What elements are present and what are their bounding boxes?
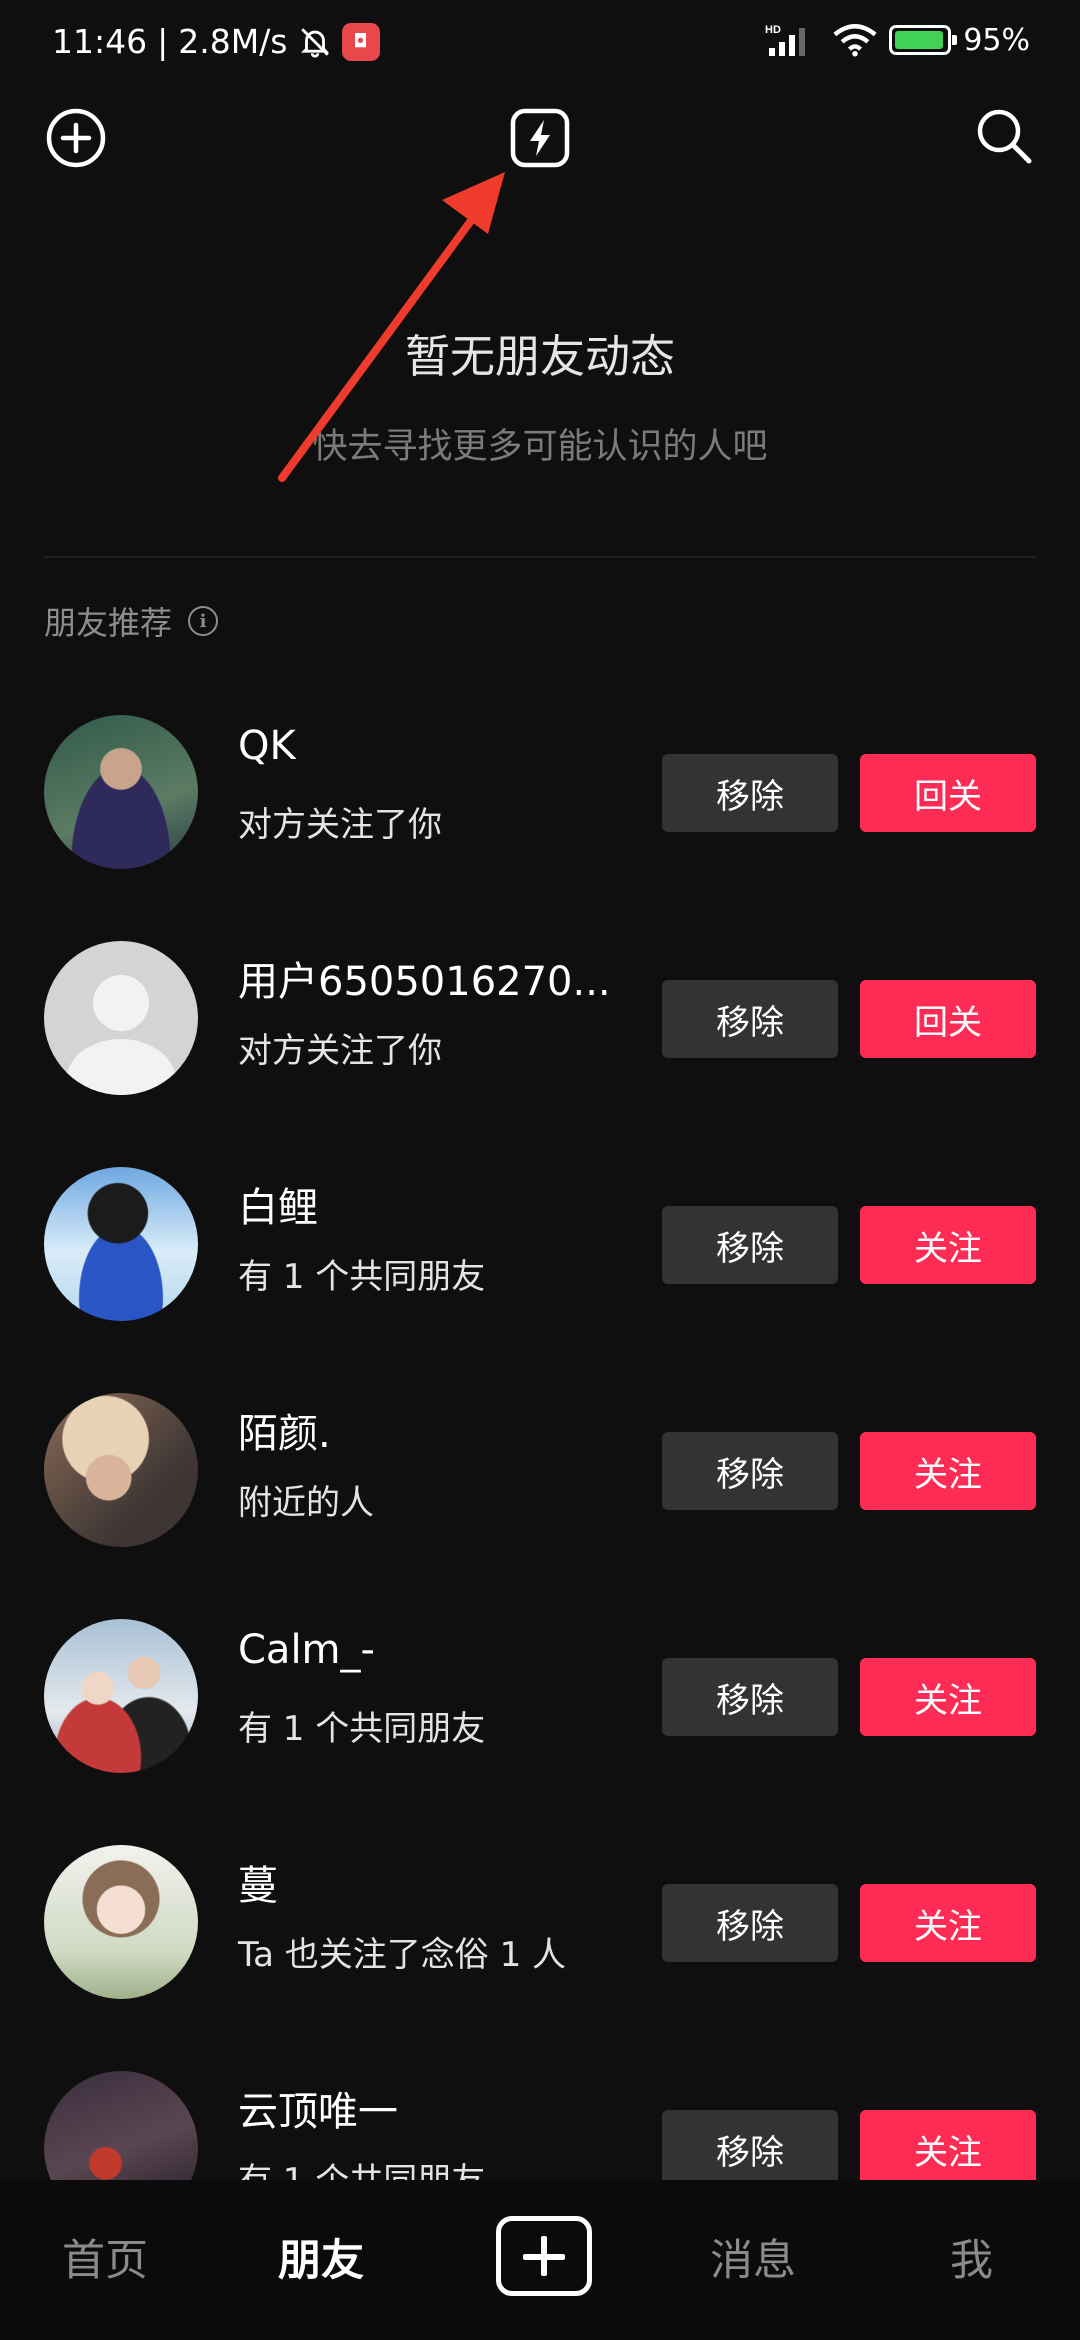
hd-label: HD bbox=[765, 24, 781, 36]
mute-bell-icon bbox=[300, 27, 329, 58]
avatar[interactable] bbox=[44, 941, 198, 1095]
remove-button[interactable]: 移除 bbox=[662, 980, 838, 1058]
nav-home[interactable]: 首页 bbox=[62, 2226, 148, 2288]
list-item[interactable]: 白鲤 有 1 个共同朋友 移除 关注 bbox=[0, 1131, 1080, 1357]
user-relation: 对方关注了你 bbox=[238, 1031, 442, 1071]
status-network-speed: 2.8M/s bbox=[178, 22, 288, 61]
avatar[interactable] bbox=[44, 1619, 198, 1773]
search-icon[interactable] bbox=[972, 104, 1036, 168]
remove-button[interactable]: 移除 bbox=[662, 2110, 838, 2188]
user-name: 白鲤 bbox=[238, 1185, 318, 1231]
battery-percent: 95% bbox=[963, 22, 1030, 58]
list-item[interactable]: 陌颜. 附近的人 移除 关注 bbox=[0, 1357, 1080, 1583]
status-separator: | bbox=[157, 22, 169, 61]
create-plus-icon[interactable] bbox=[496, 2216, 592, 2296]
follow-button[interactable]: 关注 bbox=[860, 1206, 1036, 1284]
user-relation: 对方关注了你 bbox=[238, 805, 442, 845]
flash-icon[interactable] bbox=[508, 106, 572, 170]
wifi-icon bbox=[833, 24, 877, 57]
list-item[interactable]: 蔓 Ta 也关注了念俗 1 人 移除 关注 bbox=[0, 1809, 1080, 2035]
list-item[interactable]: QK 对方关注了你 移除 回关 bbox=[0, 679, 1080, 905]
status-time: 11:46 bbox=[52, 22, 148, 61]
status-bar: 11:46 | 2.8M/s ◘ HD 95% bbox=[0, 0, 1080, 100]
remove-button[interactable]: 移除 bbox=[662, 1884, 838, 1962]
recommendations-header: 朋友推荐 i bbox=[44, 598, 219, 644]
remove-button[interactable]: 移除 bbox=[662, 1432, 838, 1510]
status-left: 11:46 | 2.8M/s ◘ bbox=[52, 22, 380, 61]
nav-messages[interactable]: 消息 bbox=[710, 2226, 796, 2288]
status-right: HD 95% bbox=[765, 22, 1030, 58]
avatar[interactable] bbox=[44, 1393, 198, 1547]
follow-button[interactable]: 关注 bbox=[860, 1884, 1036, 1962]
battery-charging-icon bbox=[889, 25, 958, 55]
avatar[interactable] bbox=[44, 715, 198, 869]
remove-button[interactable]: 移除 bbox=[662, 754, 838, 832]
section-divider bbox=[44, 556, 1036, 558]
user-name: 陌颜. bbox=[238, 1411, 331, 1457]
follow-back-button[interactable]: 回关 bbox=[860, 754, 1036, 832]
list-item[interactable]: 用户6505016270... 对方关注了你 移除 回关 bbox=[0, 905, 1080, 1131]
user-relation: 有 1 个共同朋友 bbox=[238, 1709, 486, 1749]
follow-back-button[interactable]: 回关 bbox=[860, 980, 1036, 1058]
remove-button[interactable]: 移除 bbox=[662, 1658, 838, 1736]
empty-feed-title: 暂无朋友动态 bbox=[404, 330, 675, 383]
nav-me[interactable]: 我 bbox=[950, 2226, 993, 2288]
user-name: 用户6505016270... bbox=[238, 959, 611, 1005]
list-item[interactable]: Calm_- 有 1 个共同朋友 移除 关注 bbox=[0, 1583, 1080, 1809]
avatar[interactable] bbox=[44, 1845, 198, 1999]
user-name: Calm_- bbox=[238, 1627, 375, 1673]
remove-button[interactable]: 移除 bbox=[662, 1206, 838, 1284]
add-circle-icon[interactable] bbox=[44, 106, 108, 170]
user-relation: 有 1 个共同朋友 bbox=[238, 1257, 486, 1297]
avatar[interactable] bbox=[44, 1167, 198, 1321]
user-relation: 附近的人 bbox=[238, 1483, 374, 1523]
follow-button[interactable]: 关注 bbox=[860, 1432, 1036, 1510]
bottom-nav: 首页 朋友 消息 我 bbox=[0, 2180, 1080, 2340]
app-badge-icon: ◘ bbox=[341, 22, 380, 61]
follow-button[interactable]: 关注 bbox=[860, 1658, 1036, 1736]
follow-button[interactable]: 关注 bbox=[860, 2110, 1036, 2188]
user-name: 云顶唯一 bbox=[238, 2089, 398, 2135]
user-name: 蔓 bbox=[238, 1863, 278, 1909]
recommendations-title: 朋友推荐 bbox=[44, 604, 173, 642]
battery-level-fill bbox=[895, 31, 944, 49]
user-relation: Ta 也关注了念俗 1 人 bbox=[238, 1935, 567, 1975]
empty-feed-subtitle: 快去寻找更多可能认识的人吧 bbox=[312, 427, 768, 467]
hd-signal-icon: HD bbox=[765, 24, 806, 56]
nav-friends[interactable]: 朋友 bbox=[278, 2226, 364, 2288]
info-icon[interactable]: i bbox=[188, 606, 219, 636]
user-name: QK bbox=[238, 723, 296, 769]
default-avatar-icon bbox=[66, 975, 176, 1095]
